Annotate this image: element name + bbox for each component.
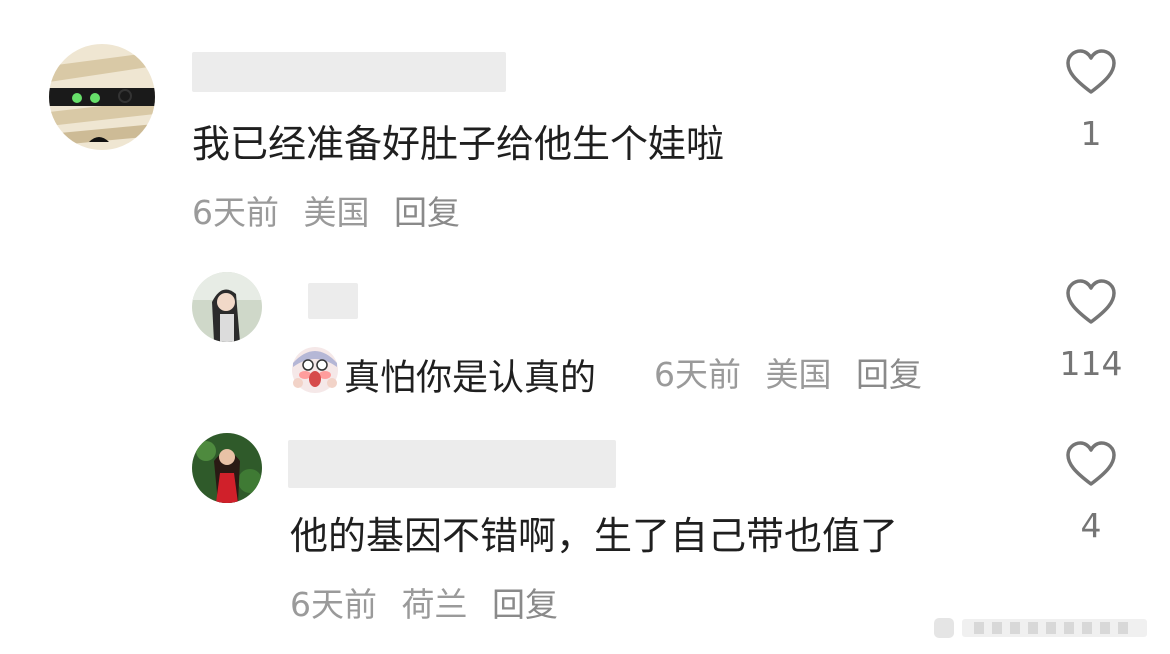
reply-text-row: 真怕你是认真的 bbox=[290, 345, 596, 404]
reply-text: 他的基因不错啊，生了自己带也值了 bbox=[290, 514, 899, 558]
like-button[interactable]: 1 bbox=[1056, 48, 1126, 153]
screaming-in-fear-emoji-icon bbox=[290, 345, 340, 404]
reply-button[interactable]: 回复 bbox=[394, 193, 460, 232]
girl-avatar-image bbox=[192, 272, 262, 342]
like-button[interactable]: 4 bbox=[1056, 440, 1126, 545]
like-button[interactable]: 114 bbox=[1056, 278, 1126, 383]
like-count: 4 bbox=[1080, 506, 1102, 545]
reply-time: 6天前 bbox=[290, 585, 377, 624]
comment-time: 6天前 bbox=[192, 193, 279, 232]
reply-location: 荷兰 bbox=[401, 585, 468, 624]
reply-meta: 6天前 荷兰 回复 bbox=[290, 578, 572, 626]
comment-meta: 6天前 美国 回复 bbox=[192, 186, 474, 234]
username-blurred[interactable] bbox=[288, 440, 616, 488]
watermark-logo bbox=[934, 618, 1147, 638]
woman-red-dress-avatar-image bbox=[192, 433, 262, 503]
avatar[interactable] bbox=[192, 433, 262, 503]
heart-icon bbox=[1066, 49, 1116, 94]
heart-icon bbox=[1066, 441, 1116, 486]
reply-time: 6天前 bbox=[654, 355, 741, 394]
avatar[interactable] bbox=[49, 44, 155, 150]
reply-location: 美国 bbox=[765, 355, 832, 394]
username-blurred[interactable] bbox=[192, 52, 506, 92]
username-blurred[interactable] bbox=[308, 283, 358, 319]
comment-text: 我已经准备好肚子给他生个娃啦 bbox=[192, 122, 725, 166]
avatar[interactable] bbox=[192, 272, 262, 342]
like-count: 114 bbox=[1059, 344, 1123, 383]
reply-text: 真怕你是认真的 bbox=[344, 357, 597, 399]
heart-icon bbox=[1066, 279, 1116, 324]
reply-button[interactable]: 回复 bbox=[856, 355, 922, 394]
comment-location: 美国 bbox=[303, 193, 370, 232]
like-count: 1 bbox=[1080, 114, 1102, 153]
mummy-avatar-image bbox=[49, 44, 155, 150]
reply-button[interactable]: 回复 bbox=[492, 585, 558, 624]
reply-meta: 6天前 美国 回复 bbox=[654, 348, 936, 396]
